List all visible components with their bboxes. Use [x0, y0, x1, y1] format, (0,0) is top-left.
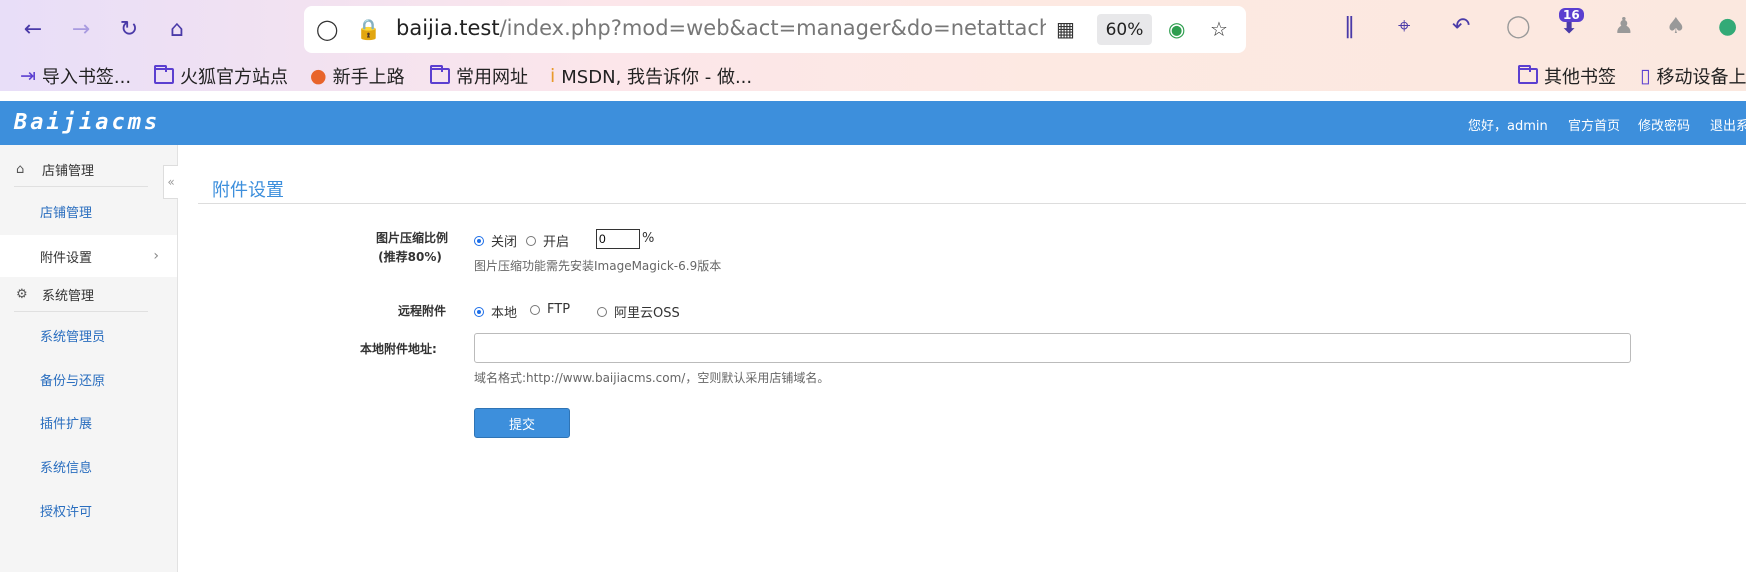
- greeting: 您好，admin: [1468, 119, 1548, 134]
- home-button[interactable]: ⌂: [160, 12, 194, 46]
- bug-icon[interactable]: ◉: [1168, 17, 1185, 41]
- section-system-management[interactable]: ⚙ 系统管理: [0, 277, 148, 311]
- bookmark-common-sites[interactable]: 常用网址: [430, 62, 528, 90]
- undo-icon[interactable]: ↶: [1452, 14, 1470, 39]
- remote-ftp-radio[interactable]: FTP: [530, 302, 570, 317]
- collapse-sidebar-button[interactable]: «: [163, 165, 178, 199]
- compress-label: 图片压缩比例 (推荐80%): [375, 231, 448, 264]
- url-text[interactable]: baijia.test/index.php?mod=web&act=manage…: [396, 16, 1046, 40]
- percent-unit: %: [642, 231, 655, 246]
- browser-toolbar: ← → ↻ ⌂ ◯ 🔒 baijia.test/index.php?mod=we…: [0, 0, 1746, 91]
- firefox-icon: ●: [310, 65, 327, 87]
- lock-icon[interactable]: 🔒: [356, 17, 381, 41]
- library-icon[interactable]: ‖: [1344, 14, 1355, 39]
- zoom-level[interactable]: 60%: [1097, 14, 1152, 45]
- import-icon: ⇥: [20, 65, 36, 87]
- home-link[interactable]: 官方首页: [1568, 115, 1620, 134]
- qr-code-icon[interactable]: ▦: [1056, 17, 1075, 41]
- compress-ratio-input[interactable]: [596, 229, 640, 249]
- app-logo[interactable]: Baijiacms: [14, 110, 160, 135]
- divider: [14, 311, 148, 312]
- bookmark-firefox-site[interactable]: 火狐官方站点: [154, 62, 288, 90]
- home-icon: ⌂: [16, 161, 25, 177]
- circle-icon[interactable]: ◯: [1506, 14, 1531, 39]
- download-count-badge: 16: [1559, 8, 1584, 22]
- radio-icon: [530, 304, 540, 315]
- radio-selected-icon: [474, 306, 484, 317]
- globe-icon[interactable]: ●: [1718, 14, 1737, 39]
- sidebar-item-system-info[interactable]: 系统信息: [40, 457, 92, 476]
- local-url-label: 本地附件地址:: [360, 342, 437, 356]
- remote-attachment-label: 远程附件: [398, 304, 447, 318]
- crop-icon[interactable]: ⌖: [1398, 14, 1410, 39]
- app-header: Baijiacms 您好，admin 官方首页 修改密码 退出系: [0, 101, 1746, 145]
- local-url-help: 域名格式:http://www.baijiacms.com/，空则默认采用店铺域…: [474, 371, 830, 385]
- compress-on-radio[interactable]: 开启: [526, 231, 569, 250]
- sidebar-item-shop-management[interactable]: 店铺管理: [40, 202, 92, 221]
- reload-button[interactable]: ↻: [112, 12, 146, 46]
- bookmark-import[interactable]: ⇥ 导入书签...: [20, 62, 131, 90]
- shield-icon[interactable]: ◯: [316, 17, 338, 41]
- compress-help: 图片压缩功能需先安装ImageMagick-6.9版本: [474, 259, 722, 273]
- bookmark-mobile[interactable]: ▯ 移动设备上: [1640, 62, 1746, 90]
- msdn-icon: i: [550, 65, 556, 87]
- divider: [14, 186, 148, 187]
- sidebar-item-backup[interactable]: 备份与还原: [40, 370, 105, 389]
- remote-local-radio[interactable]: 本地: [474, 302, 517, 321]
- change-password-link[interactable]: 修改密码: [1638, 115, 1690, 134]
- logout-link[interactable]: 退出系: [1710, 115, 1746, 134]
- back-button[interactable]: ←: [16, 12, 50, 46]
- bookmarks-bar: ⇥ 导入书签... 火狐官方站点 ● 新手上路 常用网址 i MSDN, 我告诉…: [0, 62, 1746, 90]
- extension-icon[interactable]: ♟: [1614, 14, 1634, 39]
- extension-icon[interactable]: ♠: [1666, 14, 1686, 39]
- folder-icon: [1518, 65, 1538, 84]
- sidebar: ⌂ 店铺管理 店铺管理 附件设置 › ⚙ 系统管理 系统管理员 备份与还原 插件…: [0, 145, 178, 572]
- radio-icon: [526, 235, 536, 246]
- folder-icon: [430, 65, 450, 84]
- sidebar-item-admins[interactable]: 系统管理员: [40, 326, 105, 345]
- sidebar-item-license[interactable]: 授权许可: [40, 501, 92, 520]
- radio-icon: [597, 306, 607, 317]
- gears-icon: ⚙: [16, 286, 28, 302]
- title-divider: [198, 203, 1746, 204]
- remote-aliyun-oss-radio[interactable]: 阿里云OSS: [597, 302, 680, 321]
- page-title: 附件设置: [212, 180, 284, 201]
- bookmark-getting-started[interactable]: ● 新手上路: [310, 62, 405, 90]
- folder-icon: [154, 65, 174, 84]
- section-shop-management[interactable]: ⌂ 店铺管理: [0, 152, 148, 186]
- mobile-icon: ▯: [1640, 65, 1651, 87]
- sidebar-item-attachment-settings[interactable]: 附件设置 ›: [0, 235, 177, 277]
- address-bar[interactable]: ◯ 🔒 baijia.test/index.php?mod=web&act=ma…: [304, 6, 1246, 53]
- star-icon[interactable]: ☆: [1210, 17, 1228, 41]
- compress-off-radio[interactable]: 关闭: [474, 231, 517, 250]
- submit-button[interactable]: 提交: [474, 408, 570, 438]
- forward-button[interactable]: →: [64, 12, 98, 46]
- radio-selected-icon: [474, 235, 484, 246]
- bookmark-other[interactable]: 其他书签: [1518, 62, 1616, 90]
- bookmark-msdn[interactable]: i MSDN, 我告诉你 - 做...: [550, 62, 752, 90]
- sidebar-item-plugins[interactable]: 插件扩展: [40, 413, 92, 432]
- local-url-input[interactable]: [474, 333, 1631, 363]
- chevron-right-icon: ›: [153, 248, 159, 264]
